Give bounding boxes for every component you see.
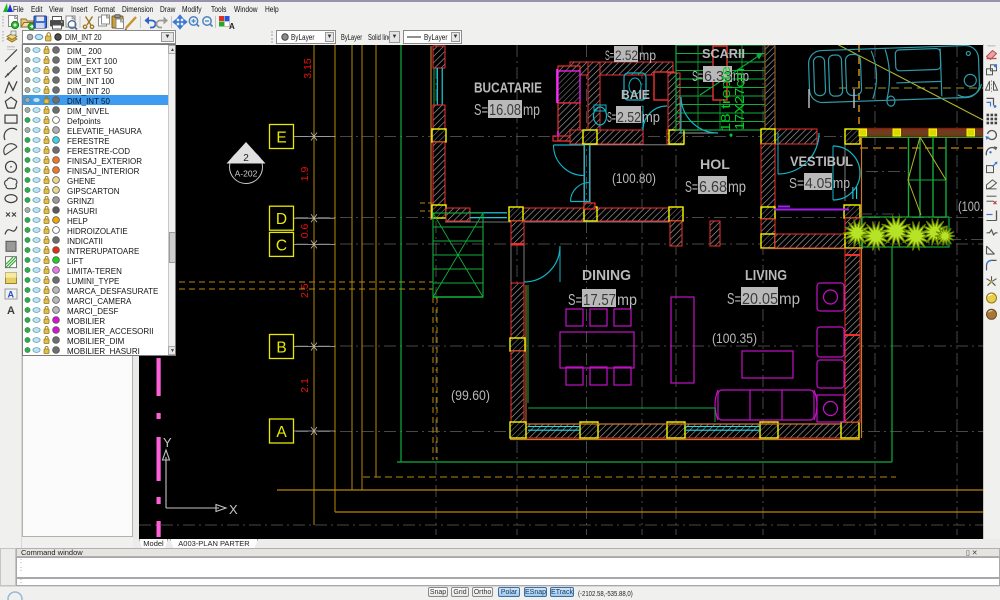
- svg-text:17.57: 17.57: [583, 292, 616, 309]
- svg-text:16.08: 16.08: [489, 102, 521, 119]
- svg-text:20.05: 20.05: [742, 291, 778, 308]
- svg-text:4.05: 4.05: [805, 175, 832, 192]
- svg-text:A-202: A-202: [235, 169, 258, 179]
- svg-text:S=: S=: [685, 179, 698, 196]
- svg-text:S=: S=: [692, 68, 703, 85]
- svg-text:(99.60): (99.60): [451, 388, 490, 403]
- svg-text:2.1: 2.1: [299, 378, 311, 393]
- svg-text:A: A: [8, 290, 15, 300]
- svg-text:D: D: [276, 211, 287, 228]
- svg-text:mp: mp: [779, 291, 800, 308]
- svg-text:A: A: [276, 424, 287, 441]
- svg-text:SCARII: SCARII: [702, 46, 745, 61]
- svg-text:mp: mp: [642, 109, 660, 126]
- svg-text:(100.35): (100.35): [712, 331, 757, 346]
- svg-text:S=: S=: [727, 291, 741, 308]
- svg-text:mp: mp: [617, 292, 637, 309]
- svg-text:BUCATARIE: BUCATARIE: [474, 80, 542, 97]
- svg-text:mp: mp: [639, 47, 656, 63]
- svg-text:S=: S=: [605, 47, 614, 63]
- svg-text:E: E: [276, 130, 286, 147]
- svg-text:(100.80): (100.80): [612, 171, 656, 186]
- svg-text:3.15: 3.15: [302, 58, 314, 79]
- svg-text:DINING: DINING: [582, 267, 631, 284]
- svg-text:BAIE: BAIE: [621, 87, 650, 102]
- svg-text:mp: mp: [728, 179, 746, 196]
- svg-text:6.68: 6.68: [699, 179, 727, 196]
- svg-text:2.5: 2.5: [299, 283, 311, 298]
- svg-text:X: X: [229, 502, 238, 517]
- svg-text:0.6: 0.6: [299, 224, 311, 239]
- svg-text:17X27cm: 17X27cm: [733, 68, 747, 130]
- svg-text:S=: S=: [568, 292, 582, 309]
- svg-text:B: B: [276, 340, 286, 357]
- svg-text:mp: mp: [523, 102, 540, 119]
- svg-text:C: C: [276, 237, 287, 254]
- svg-text:VESTIBUL: VESTIBUL: [790, 153, 853, 169]
- svg-text:S=: S=: [474, 102, 488, 119]
- svg-text:(100.: (100.: [958, 199, 983, 214]
- svg-text:S=: S=: [607, 109, 616, 126]
- svg-text:A: A: [229, 22, 235, 31]
- svg-text:S=: S=: [789, 175, 804, 192]
- svg-text:LIVING: LIVING: [745, 267, 787, 284]
- svg-text:18 trepte: 18 trepte: [719, 66, 733, 132]
- svg-text:2: 2: [243, 153, 249, 164]
- svg-text:Y: Y: [163, 435, 172, 450]
- svg-text:mp: mp: [833, 175, 850, 192]
- svg-text:2.52: 2.52: [615, 47, 638, 63]
- svg-text:A: A: [7, 305, 15, 317]
- svg-text:HOL: HOL: [700, 156, 730, 172]
- svg-text:2.52: 2.52: [617, 109, 641, 126]
- svg-text:1.9: 1.9: [299, 167, 311, 182]
